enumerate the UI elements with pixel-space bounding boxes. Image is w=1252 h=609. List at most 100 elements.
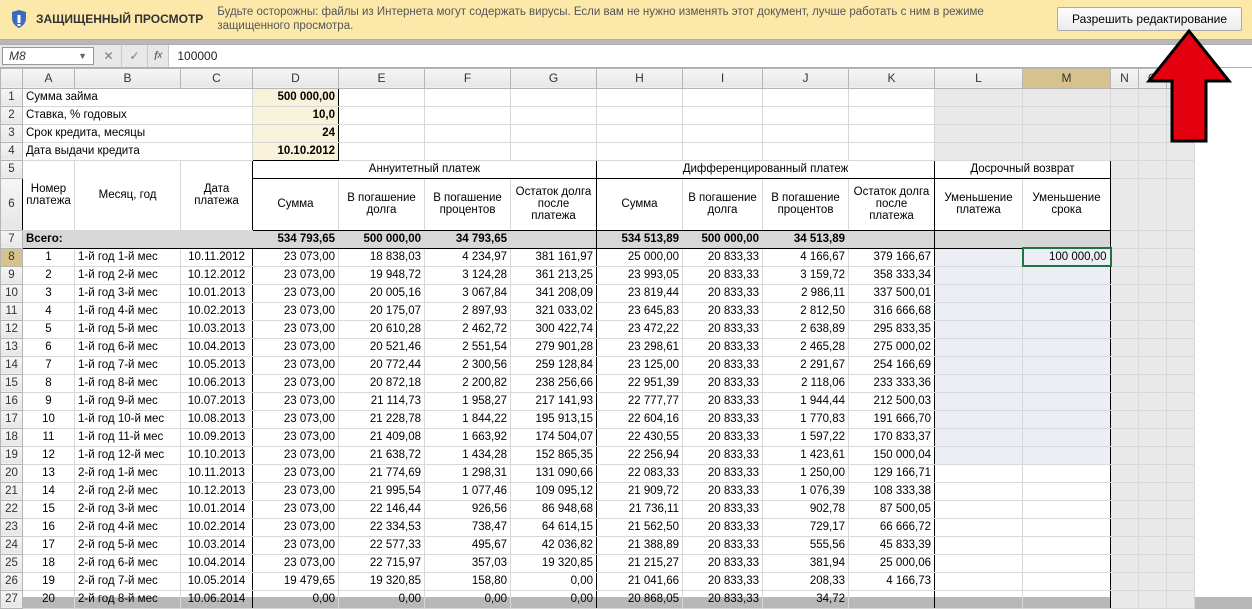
cell[interactable] — [597, 88, 683, 106]
cell[interactable]: 2 462,72 — [425, 320, 511, 338]
cell[interactable]: 129 166,71 — [849, 464, 935, 482]
cell[interactable] — [1139, 464, 1167, 482]
cell[interactable]: 20 — [23, 590, 75, 608]
cell[interactable]: 10.06.2014 — [181, 590, 253, 608]
cell[interactable]: 1 077,46 — [425, 482, 511, 500]
cell[interactable]: 34 513,89 — [763, 230, 849, 248]
cell[interactable]: 21 562,50 — [597, 518, 683, 536]
cell[interactable] — [1111, 482, 1139, 500]
cell[interactable] — [1167, 266, 1195, 284]
cell[interactable]: 64 614,15 — [511, 518, 597, 536]
cell[interactable]: 20 833,33 — [683, 266, 763, 284]
cell[interactable]: 66 666,72 — [849, 518, 935, 536]
cell[interactable]: 902,78 — [763, 500, 849, 518]
cell[interactable] — [1139, 142, 1167, 160]
cell[interactable] — [1139, 302, 1167, 320]
cell[interactable]: Уменьшение срока — [1023, 178, 1111, 230]
cell[interactable]: 1 944,44 — [763, 392, 849, 410]
cell[interactable]: Аннуитетный платеж — [253, 160, 597, 178]
cell[interactable]: 22 083,33 — [597, 464, 683, 482]
cell[interactable]: 21 995,54 — [339, 482, 425, 500]
cell[interactable]: 238 256,66 — [511, 374, 597, 392]
cell[interactable]: 21 638,72 — [339, 446, 425, 464]
cell[interactable] — [1167, 88, 1195, 106]
cell[interactable]: 20 005,16 — [339, 284, 425, 302]
cell[interactable]: 10.03.2013 — [181, 320, 253, 338]
cell[interactable]: 0,00 — [253, 590, 339, 608]
cell[interactable] — [1167, 302, 1195, 320]
cell[interactable]: 86 948,68 — [511, 500, 597, 518]
cell[interactable] — [1167, 320, 1195, 338]
cell[interactable] — [935, 230, 1023, 248]
row-header[interactable]: 19 — [1, 446, 23, 464]
column-header[interactable]: D — [253, 68, 339, 88]
cell[interactable]: 3 067,84 — [425, 284, 511, 302]
cell[interactable]: 2-й год 2-й мес — [75, 482, 181, 500]
cell[interactable] — [1111, 464, 1139, 482]
cell[interactable] — [1167, 230, 1195, 248]
cell[interactable]: 22 334,53 — [339, 518, 425, 536]
cell[interactable] — [1139, 284, 1167, 302]
cell[interactable] — [1167, 446, 1195, 464]
cell[interactable]: 22 430,55 — [597, 428, 683, 446]
row-header[interactable]: 15 — [1, 374, 23, 392]
cell[interactable] — [935, 266, 1023, 284]
cell[interactable] — [935, 302, 1023, 320]
row-header[interactable]: 24 — [1, 536, 23, 554]
cell[interactable]: 20 833,33 — [683, 482, 763, 500]
cell[interactable]: 208,33 — [763, 572, 849, 590]
cell[interactable]: 100 000,00 — [1023, 248, 1111, 266]
cell[interactable]: 1 250,00 — [763, 464, 849, 482]
cell[interactable]: 20 833,33 — [683, 392, 763, 410]
cell[interactable] — [1139, 248, 1167, 266]
cell[interactable]: 23 073,00 — [253, 320, 339, 338]
cell[interactable]: 259 128,84 — [511, 356, 597, 374]
cell[interactable]: 495,67 — [425, 536, 511, 554]
cell[interactable]: 20 833,33 — [683, 374, 763, 392]
cell[interactable] — [1111, 518, 1139, 536]
cell[interactable]: 10.10.2012 — [253, 142, 339, 160]
cell[interactable]: 18 838,03 — [339, 248, 425, 266]
cell[interactable] — [935, 554, 1023, 572]
cell[interactable]: 2 897,93 — [425, 302, 511, 320]
cell[interactable] — [1139, 230, 1167, 248]
cell[interactable]: 25 000,06 — [849, 554, 935, 572]
row-header[interactable]: 11 — [1, 302, 23, 320]
cell[interactable] — [1167, 178, 1195, 230]
cell[interactable]: 191 666,70 — [849, 410, 935, 428]
row-header[interactable]: 17 — [1, 410, 23, 428]
row-header[interactable]: 10 — [1, 284, 23, 302]
cell[interactable]: 23 073,00 — [253, 374, 339, 392]
cell[interactable] — [1139, 106, 1167, 124]
cell[interactable] — [1111, 160, 1139, 178]
column-header[interactable] — [1, 68, 23, 88]
cell[interactable] — [1111, 230, 1139, 248]
cell[interactable] — [1167, 536, 1195, 554]
cell[interactable]: 23 073,00 — [253, 284, 339, 302]
row-header[interactable]: 14 — [1, 356, 23, 374]
cell[interactable]: 2-й год 1-й мес — [75, 464, 181, 482]
name-box[interactable]: M8 ▼ — [2, 47, 94, 65]
cell[interactable] — [1111, 572, 1139, 590]
cell[interactable]: 20 833,33 — [683, 410, 763, 428]
cell[interactable]: Досрочный возврат — [935, 160, 1111, 178]
row-header[interactable]: 20 — [1, 464, 23, 482]
cell[interactable]: 13 — [23, 464, 75, 482]
cell[interactable] — [935, 338, 1023, 356]
cell[interactable] — [1139, 338, 1167, 356]
row-header[interactable]: 8 — [1, 248, 23, 266]
cell[interactable] — [935, 536, 1023, 554]
cell[interactable] — [1167, 356, 1195, 374]
cell[interactable] — [339, 106, 425, 124]
cell[interactable]: 738,47 — [425, 518, 511, 536]
cell[interactable]: 1 076,39 — [763, 482, 849, 500]
row-header[interactable]: 23 — [1, 518, 23, 536]
row-header[interactable]: 12 — [1, 320, 23, 338]
cell[interactable]: 2 118,06 — [763, 374, 849, 392]
cell[interactable] — [935, 374, 1023, 392]
cell[interactable]: 23 073,00 — [253, 500, 339, 518]
cell[interactable]: 10.02.2013 — [181, 302, 253, 320]
cell[interactable] — [1111, 590, 1139, 608]
cell[interactable]: 0,00 — [425, 590, 511, 608]
cell[interactable]: 10.11.2012 — [181, 248, 253, 266]
